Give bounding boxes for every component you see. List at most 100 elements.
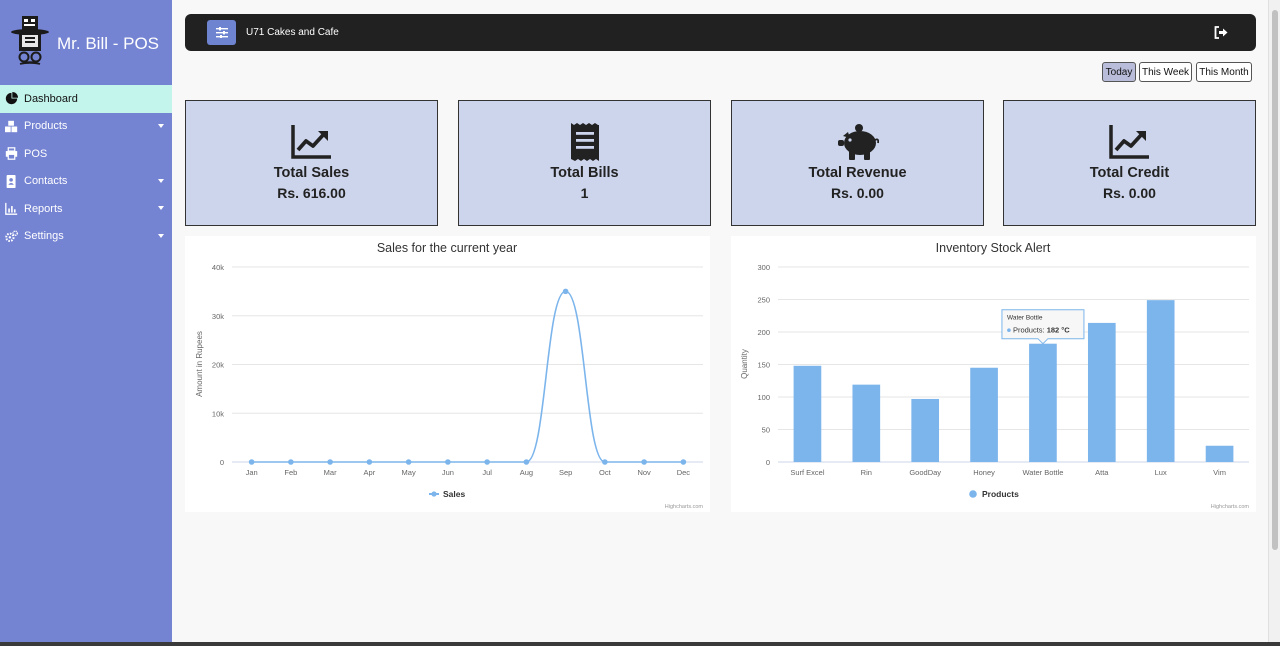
bar xyxy=(1087,322,1116,462)
top-navbar: U71 Cakes and Cafe xyxy=(185,14,1256,51)
total-revenue-card: Total Revenue Rs. 0.00 xyxy=(731,100,984,226)
shop-name: U71 Cakes and Cafe xyxy=(246,27,339,38)
period-today-button[interactable]: Today xyxy=(1102,62,1136,82)
y-tick-label: 150 xyxy=(757,361,770,370)
sidebar-item-label: Settings xyxy=(24,230,64,243)
cubes-icon xyxy=(5,120,18,132)
y-tick-label: 40k xyxy=(212,263,224,272)
printer-icon xyxy=(5,147,18,161)
card-title: Total Credit xyxy=(1089,165,1170,181)
data-point xyxy=(288,459,294,465)
bar xyxy=(1205,445,1234,462)
tooltip-marker xyxy=(1007,328,1011,332)
data-point xyxy=(484,459,490,465)
line-chart-icon xyxy=(290,125,331,159)
chart-legend[interactable]: Sales xyxy=(429,489,465,499)
sidebar-item-label: Contacts xyxy=(24,175,68,188)
x-tick-label: Surf Excel xyxy=(790,468,825,477)
x-tick-label: GoodDay xyxy=(909,468,941,477)
legend-label: Sales xyxy=(443,489,465,499)
sliders-icon xyxy=(215,27,228,38)
x-tick-label: Dec xyxy=(677,468,691,477)
x-tick-label: Aug xyxy=(520,468,533,477)
period-week-button[interactable]: This Week xyxy=(1139,62,1192,82)
sidebar-item-label: Products xyxy=(24,120,68,133)
sidebar-item-label: Reports xyxy=(24,202,63,215)
window-bottom-edge xyxy=(0,642,1280,646)
sidebar-nav: Dashboard Products POS Contacts Reports … xyxy=(0,85,172,250)
legend-marker xyxy=(969,490,977,498)
y-tick-label: 300 xyxy=(757,263,770,272)
page-scrollbar[interactable] xyxy=(1268,0,1280,642)
card-title: Total Sales xyxy=(273,165,350,181)
x-tick-label: Oct xyxy=(599,468,612,477)
data-point xyxy=(641,459,647,465)
sidebar-item-pos[interactable]: POS xyxy=(0,140,172,168)
data-point xyxy=(405,459,412,465)
card-title: Total Revenue xyxy=(808,165,907,181)
card-value: Rs. 616.00 xyxy=(277,185,346,201)
caret-down-icon xyxy=(158,178,164,183)
x-tick-label: Vim xyxy=(1213,468,1226,477)
sidebar-item-settings[interactable]: Settings xyxy=(0,223,172,251)
pie-chart-icon xyxy=(5,92,18,105)
chart-title: Inventory Stock Alert xyxy=(936,241,1051,255)
chart-title: Sales for the current year xyxy=(377,241,517,255)
card-title: Total Bills xyxy=(550,165,619,181)
y-tick-label: 250 xyxy=(757,296,770,305)
chart-credit[interactable]: Highcharts.com xyxy=(1211,504,1250,510)
chart-legend[interactable]: Products xyxy=(969,489,1019,499)
line-chart-icon xyxy=(1108,125,1149,159)
data-point xyxy=(680,459,687,465)
sidebar-item-reports[interactable]: Reports xyxy=(0,195,172,223)
bar xyxy=(911,398,940,462)
data-point xyxy=(602,459,608,465)
chart-credit[interactable]: Highcharts.com xyxy=(665,504,704,510)
app-title: Mr. Bill - POS xyxy=(57,34,160,53)
data-point xyxy=(327,459,333,465)
x-tick-label: Lux xyxy=(1155,468,1167,477)
sidebar-item-label: Dashboard xyxy=(24,92,78,105)
sales-chart-svg: Sales for the current year Amount in Rup… xyxy=(195,241,704,510)
data-point xyxy=(562,288,569,295)
sales-chart: Sales for the current year Amount in Rup… xyxy=(185,236,710,512)
sidebar-toggle-button[interactable] xyxy=(207,20,236,45)
card-value: Rs. 0.00 xyxy=(831,185,884,201)
x-tick-label: Nov xyxy=(637,468,651,477)
piggy-bank-icon xyxy=(837,124,879,160)
logo-icon xyxy=(11,16,49,65)
card-value: Rs. 0.00 xyxy=(1103,185,1156,201)
period-month-button[interactable]: This Month xyxy=(1196,62,1252,82)
data-point xyxy=(445,459,451,465)
bar xyxy=(970,367,998,462)
brand[interactable]: Mr. Bill - POS xyxy=(8,14,172,70)
y-tick-label: 30k xyxy=(212,312,224,321)
y-tick-label: 100 xyxy=(757,393,770,402)
sidebar: Mr. Bill - POS Dashboard Products POS Co… xyxy=(0,0,172,642)
receipt-icon xyxy=(570,123,599,161)
sign-out-icon[interactable] xyxy=(1214,26,1228,39)
x-tick-label: May xyxy=(402,468,416,477)
total-sales-card: Total Sales Rs. 616.00 xyxy=(185,100,438,226)
x-tick-label: Jul xyxy=(482,468,492,477)
x-tick-label: Jan xyxy=(246,468,258,477)
caret-down-icon xyxy=(158,206,164,210)
sales-line xyxy=(251,290,684,463)
data-point xyxy=(366,459,373,465)
sidebar-item-dashboard[interactable]: Dashboard xyxy=(0,85,172,113)
sidebar-item-products[interactable]: Products xyxy=(0,113,172,141)
x-tick-label: Mar xyxy=(324,468,337,477)
bar-chart-icon xyxy=(5,203,18,216)
x-tick-label: Water Bottle xyxy=(1022,468,1063,477)
caret-down-icon xyxy=(158,233,164,238)
chart-tooltip: Water Bottle Products: 182 °C xyxy=(1001,309,1085,345)
x-tick-label: Sep xyxy=(559,468,572,477)
scrollbar-thumb[interactable] xyxy=(1272,10,1278,550)
cogs-icon xyxy=(5,230,18,242)
sidebar-item-contacts[interactable]: Contacts xyxy=(0,168,172,196)
bar xyxy=(852,384,881,462)
tooltip-value: 182 °C xyxy=(1047,326,1071,335)
y-tick-label: 0 xyxy=(220,458,224,467)
legend-label: Products xyxy=(982,489,1019,499)
y-tick-label: 10k xyxy=(212,409,224,418)
